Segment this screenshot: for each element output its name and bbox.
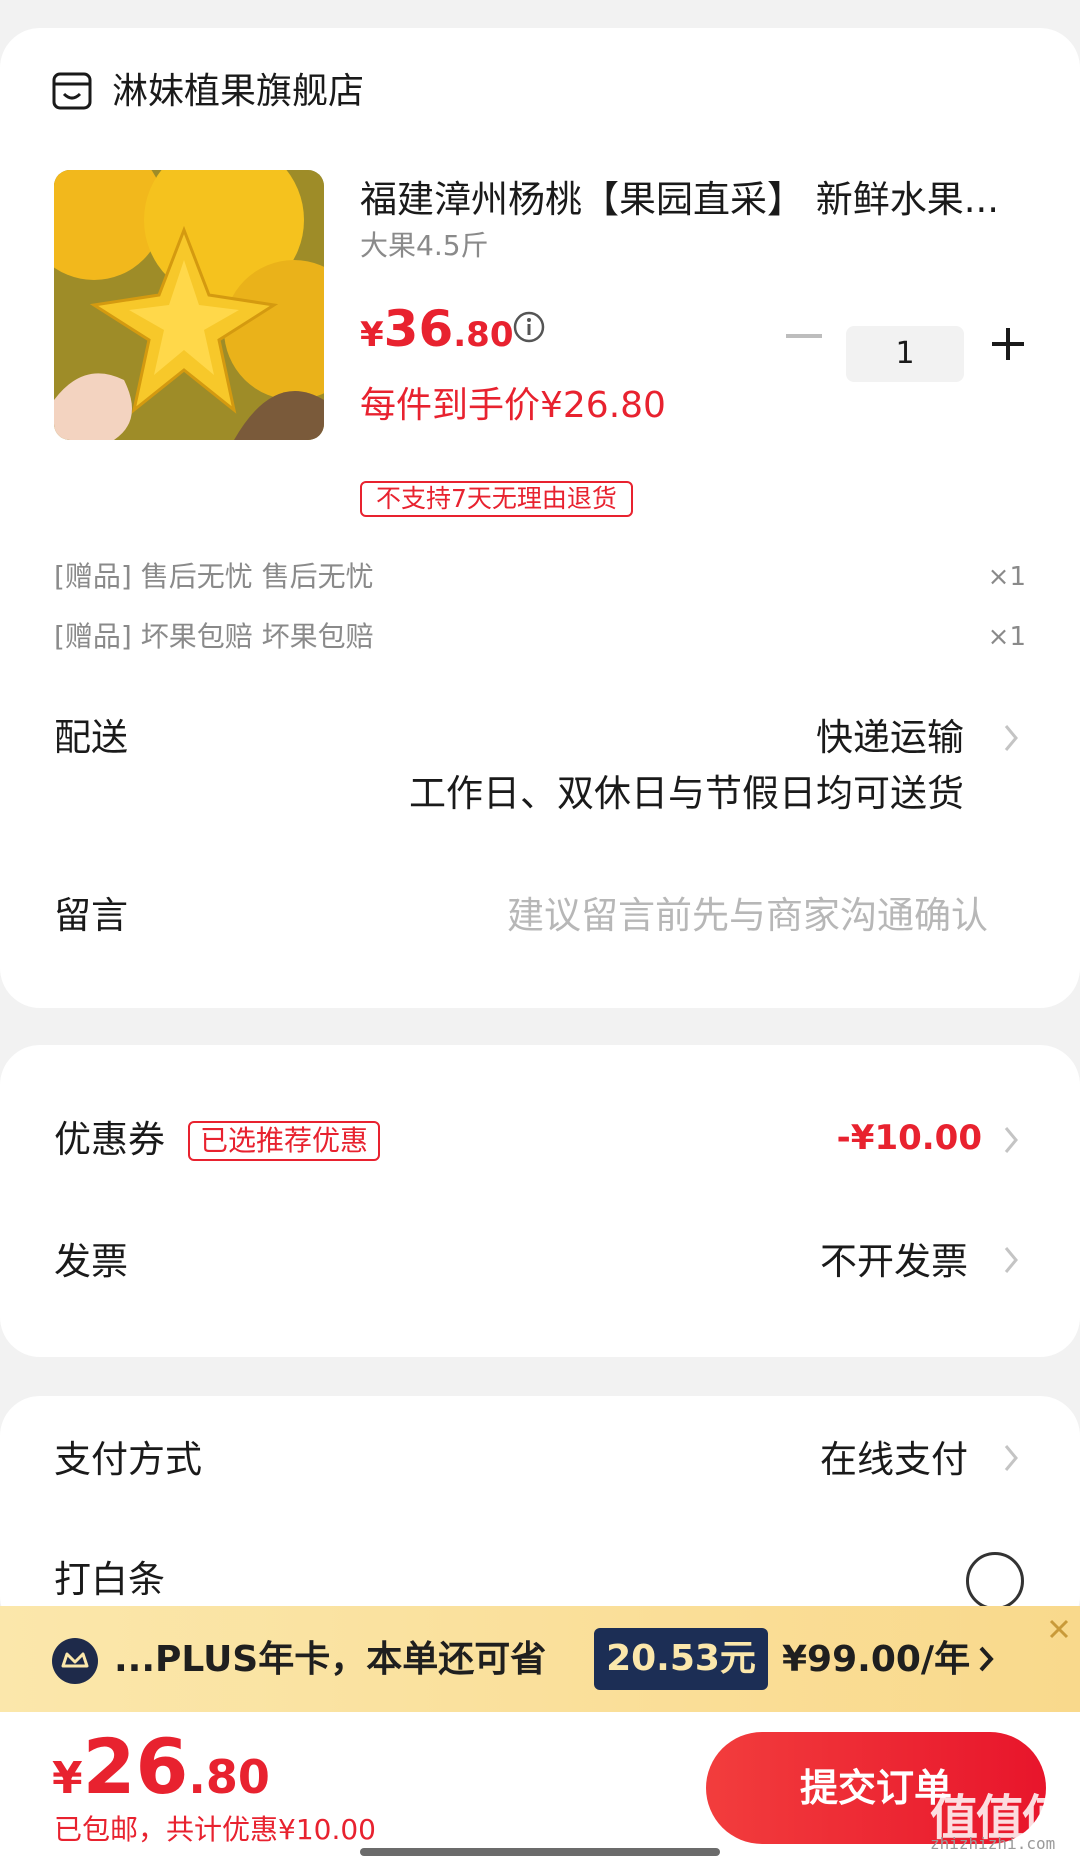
message-input[interactable]: 建议留言前先与商家沟通确认 bbox=[507, 892, 988, 940]
baitiao-radio[interactable] bbox=[966, 1552, 1024, 1610]
delivery-label: 配送 bbox=[54, 716, 128, 759]
price-integer: 36 bbox=[383, 300, 454, 358]
chevron-right-icon[interactable] bbox=[976, 1641, 996, 1677]
gift-item: [赠品] 坏果包赔 坏果包赔 bbox=[54, 620, 374, 653]
plus-promo-text: ...PLUS年卡，本单还可省 bbox=[114, 1639, 547, 1680]
plus-logo-icon bbox=[52, 1638, 98, 1684]
payment-method[interactable]: 在线支付 bbox=[820, 1436, 968, 1484]
shipping-discount-note: 已包邮，共计优惠¥10.00 bbox=[54, 1813, 376, 1846]
total-price: ¥26.80 bbox=[52, 1722, 270, 1811]
home-indicator[interactable] bbox=[360, 1848, 720, 1856]
gift-item: [赠品] 售后无忧 售后无忧 bbox=[54, 560, 374, 593]
total-integer: 26 bbox=[82, 1722, 189, 1811]
invoice-label: 发票 bbox=[54, 1240, 128, 1283]
coupon-amount[interactable]: -¥10.00 bbox=[837, 1114, 982, 1162]
chevron-right-icon[interactable] bbox=[1000, 1240, 1022, 1280]
chevron-right-icon[interactable] bbox=[1000, 718, 1022, 758]
coupon-badge: 已选推荐优惠 bbox=[188, 1121, 381, 1161]
price-decimal: .80 bbox=[453, 315, 514, 355]
shop-icon bbox=[52, 72, 92, 110]
delivery-method[interactable]: 快递运输 bbox=[816, 714, 964, 762]
product-title[interactable]: 福建漳州杨桃【果园直采】 新鲜水果... bbox=[360, 176, 1030, 224]
quantity-increase-button[interactable] bbox=[982, 318, 1034, 370]
total-decimal: .80 bbox=[188, 1750, 270, 1804]
return-policy-badge: 不支持7天无理由退货 bbox=[360, 481, 633, 517]
minus-icon bbox=[786, 334, 822, 338]
message-label: 留言 bbox=[54, 894, 128, 937]
watermark-url: zhizhizhi.com bbox=[930, 1834, 1056, 1853]
payment-label: 支付方式 bbox=[54, 1438, 202, 1481]
quantity-input[interactable]: 1 bbox=[846, 326, 964, 382]
discount-card bbox=[0, 1045, 1080, 1357]
info-icon[interactable] bbox=[512, 310, 546, 344]
total-symbol: ¥ bbox=[52, 1753, 83, 1804]
plus-annual-price: ¥99.00/年 bbox=[782, 1639, 971, 1680]
price-symbol: ¥ bbox=[360, 315, 384, 355]
coupon-label: 优惠券 bbox=[54, 1118, 165, 1161]
invoice-value[interactable]: 不开发票 bbox=[820, 1238, 968, 1286]
shop-name[interactable]: 淋妹植果旗舰店 bbox=[112, 70, 364, 114]
gift-quantity: ×1 bbox=[987, 622, 1026, 652]
close-icon[interactable] bbox=[1044, 1614, 1074, 1644]
chevron-right-icon[interactable] bbox=[1000, 1120, 1022, 1160]
plus-saving-badge: 20.53元 bbox=[594, 1628, 768, 1690]
chevron-right-icon[interactable] bbox=[1000, 1438, 1022, 1478]
product-image[interactable] bbox=[54, 170, 324, 440]
gift-quantity: ×1 bbox=[987, 562, 1026, 592]
delivery-note: 工作日、双休日与节假日均可送货 bbox=[409, 772, 964, 815]
product-spec: 大果4.5斤 bbox=[360, 229, 489, 262]
product-price: ¥36.80 bbox=[360, 300, 514, 358]
baitiao-label: 打白条 bbox=[54, 1558, 165, 1601]
net-price: 每件到手价¥26.80 bbox=[360, 385, 666, 426]
